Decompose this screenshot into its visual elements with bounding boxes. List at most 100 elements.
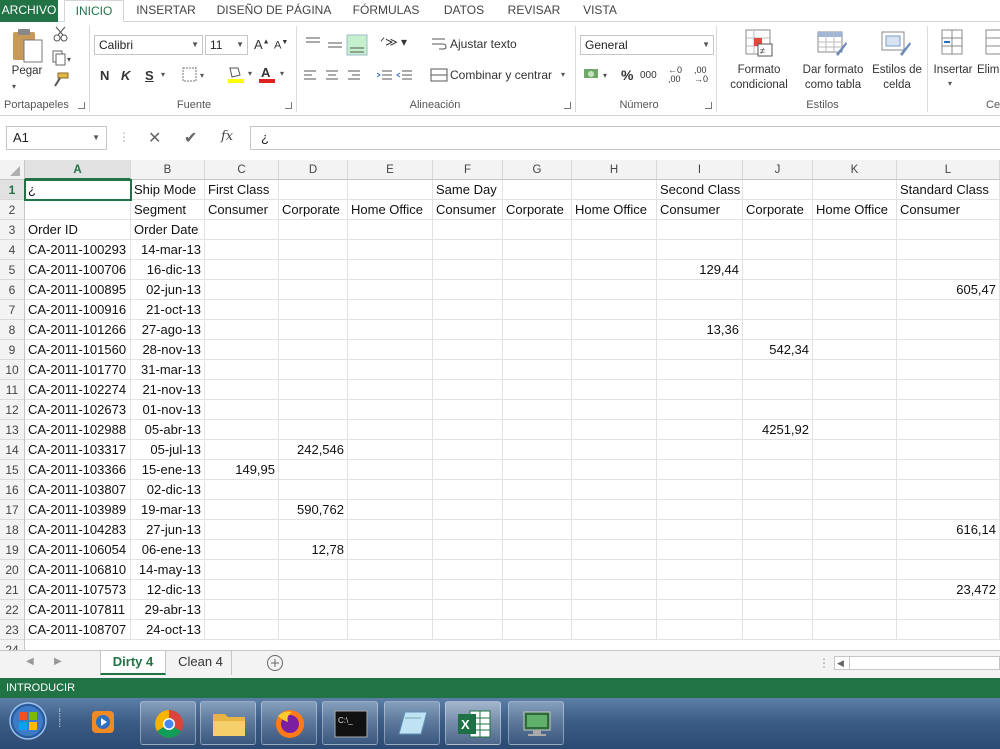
cell-a3[interactable]: Order ID [25,220,131,240]
row-header[interactable]: 24 [0,640,25,650]
column-header-i[interactable]: I [657,160,743,180]
cell-h14[interactable] [572,440,657,460]
tab-vista[interactable]: VISTA [574,0,626,22]
cell-i21[interactable] [657,580,743,600]
cell-g20[interactable] [503,560,572,580]
media-player-icon[interactable] [88,705,122,739]
cell-h8[interactable] [572,320,657,340]
cell-b12[interactable]: 01-nov-13 [131,400,205,420]
cell-h18[interactable] [572,520,657,540]
cell-j5[interactable] [743,260,813,280]
row-header[interactable]: 15 [0,460,25,480]
taskbar-firefox[interactable] [261,701,317,745]
cell-c17[interactable] [205,500,279,520]
cell-k4[interactable] [813,240,897,260]
cell-b17[interactable]: 19-mar-13 [131,500,205,520]
cell-b7[interactable]: 21-oct-13 [131,300,205,320]
cell-c8[interactable] [205,320,279,340]
cell-l16[interactable] [897,480,1000,500]
cell-i15[interactable] [657,460,743,480]
confirm-entry-icon[interactable]: ✔ [184,128,197,148]
tab-datos[interactable]: DATOS [436,0,492,22]
cell-i8[interactable]: 13,36 [657,320,743,340]
cell-d4[interactable] [279,240,348,260]
cell-g22[interactable] [503,600,572,620]
font-name-select[interactable]: Calibri ▼ [94,35,203,55]
tab-inicio[interactable]: INICIO [64,0,124,23]
cell-a5[interactable]: CA-2011-100706 [25,260,131,280]
cell-c1[interactable]: First Class [205,180,279,200]
cell-g8[interactable] [503,320,572,340]
cell-i13[interactable] [657,420,743,440]
row-header[interactable]: 10 [0,360,25,380]
taskbar-command-prompt[interactable]: C:\_ [322,701,378,745]
cell-l5[interactable] [897,260,1000,280]
cell-d6[interactable] [279,280,348,300]
cell-e15[interactable] [348,460,433,480]
cell-i3[interactable] [657,220,743,240]
cell-f21[interactable] [433,580,503,600]
insert-dropdown-icon[interactable]: ▾ [948,79,952,88]
cell-d8[interactable] [279,320,348,340]
cell-b11[interactable]: 21-nov-13 [131,380,205,400]
cell-h2[interactable]: Home Office [572,200,657,220]
horizontal-align-icons[interactable] [302,68,372,84]
cell-l9[interactable] [897,340,1000,360]
cell-c14[interactable] [205,440,279,460]
cell-e23[interactable] [348,620,433,640]
cell-f16[interactable] [433,480,503,500]
row-header[interactable]: 23 [0,620,25,640]
cell-d15[interactable] [279,460,348,480]
cell-j1[interactable] [743,180,813,200]
cell-l23[interactable] [897,620,1000,640]
font-color-icon[interactable]: A ▾ [258,65,288,85]
cut-icon[interactable] [52,26,70,42]
taskbar-excel[interactable]: X [445,701,501,745]
row-header[interactable]: 20 [0,560,25,580]
cell-b23[interactable]: 24-oct-13 [131,620,205,640]
cell-j8[interactable] [743,320,813,340]
increase-decimal-icon[interactable]: ←0,00 [668,66,682,84]
cancel-entry-icon[interactable]: ✕ [148,128,161,148]
cell-h13[interactable] [572,420,657,440]
cell-g23[interactable] [503,620,572,640]
cell-g2[interactable]: Corporate [503,200,572,220]
cell-e7[interactable] [348,300,433,320]
cell-j2[interactable]: Corporate [743,200,813,220]
cell-g16[interactable] [503,480,572,500]
cell-b3[interactable]: Order Date [131,220,205,240]
cell-e14[interactable] [348,440,433,460]
paste-icon[interactable] [10,28,44,64]
vertical-align-icons[interactable] [302,34,372,56]
cell-i4[interactable] [657,240,743,260]
cell-b15[interactable]: 15-ene-13 [131,460,205,480]
insert-button[interactable]: Insertar [930,63,976,78]
cell-c9[interactable] [205,340,279,360]
row-header[interactable]: 3 [0,220,25,240]
cell-e16[interactable] [348,480,433,500]
cell-i14[interactable] [657,440,743,460]
cell-f3[interactable] [433,220,503,240]
cell-j10[interactable] [743,360,813,380]
cell-b16[interactable]: 02-dic-13 [131,480,205,500]
cell-d23[interactable] [279,620,348,640]
cell-b18[interactable]: 27-jun-13 [131,520,205,540]
cell-c3[interactable] [205,220,279,240]
cell-h10[interactable] [572,360,657,380]
cell-f14[interactable] [433,440,503,460]
row-header[interactable]: 22 [0,600,25,620]
cell-l11[interactable] [897,380,1000,400]
cell-g10[interactable] [503,360,572,380]
decrease-decimal-icon[interactable]: ,00 →0 [694,66,708,84]
row-header[interactable]: 1 [0,180,25,200]
cell-k9[interactable] [813,340,897,360]
cell-g9[interactable] [503,340,572,360]
cell-k21[interactable] [813,580,897,600]
cell-l13[interactable] [897,420,1000,440]
italic-button[interactable]: K [121,68,130,83]
cell-k19[interactable] [813,540,897,560]
cell-b22[interactable]: 29-abr-13 [131,600,205,620]
cell-a9[interactable]: CA-2011-101560 [25,340,131,360]
cell-k15[interactable] [813,460,897,480]
cell-d11[interactable] [279,380,348,400]
